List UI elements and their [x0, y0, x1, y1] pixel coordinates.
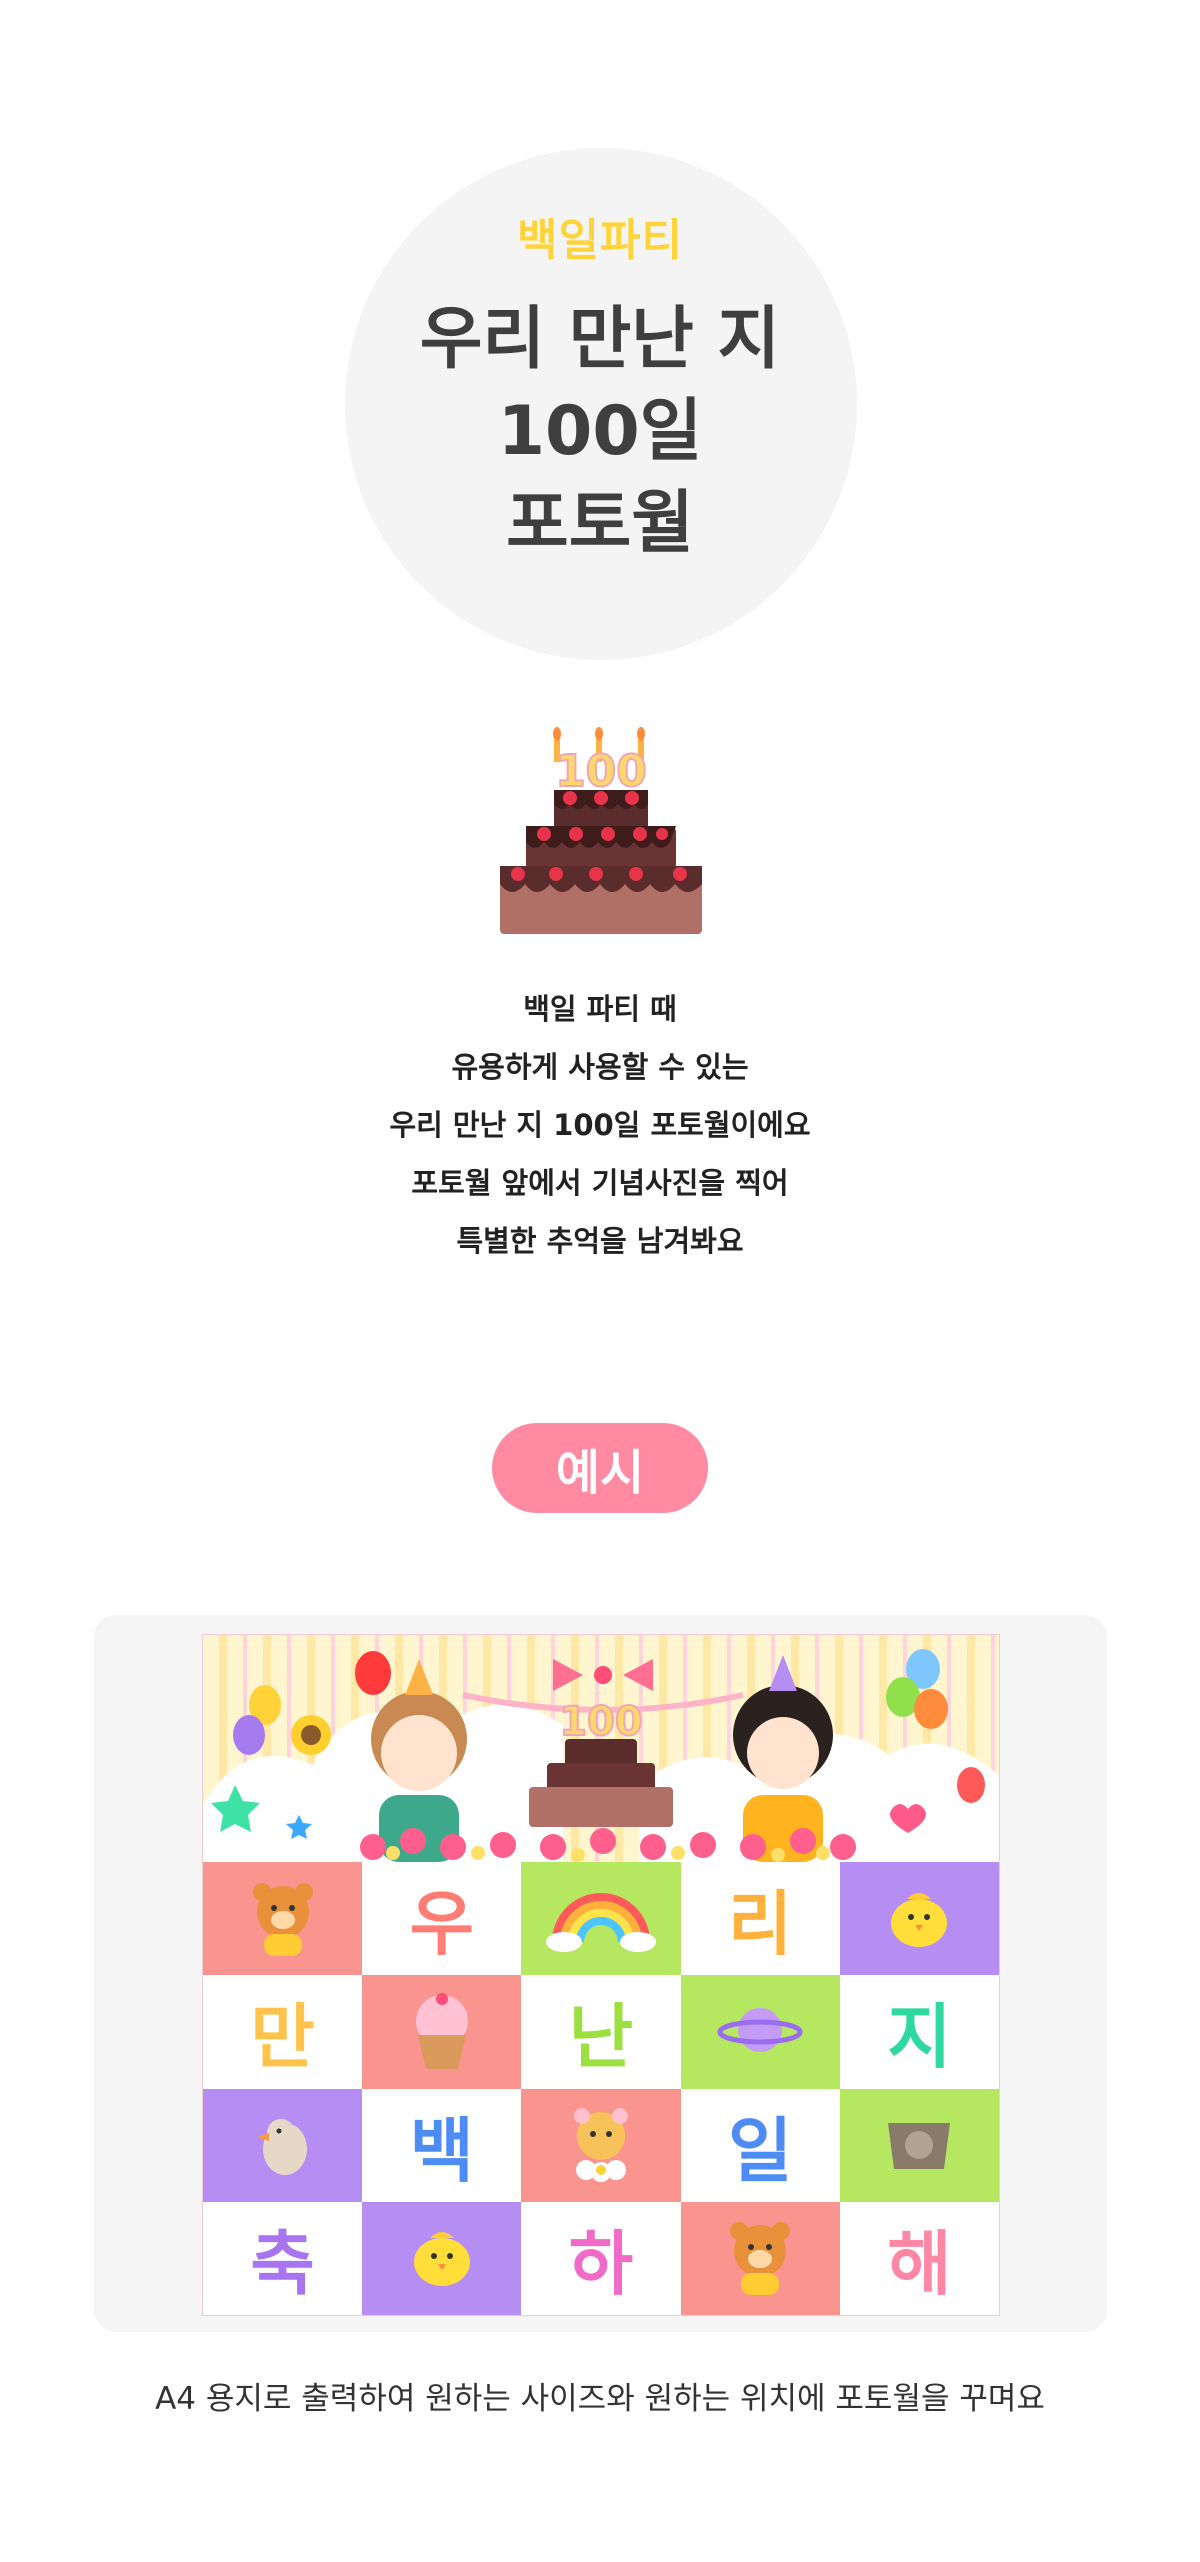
poster-letter-cell: 하	[521, 2201, 681, 2315]
poster-letter: 지	[887, 1996, 952, 2079]
hero-title-line-1: 우리 만난 지	[419, 300, 781, 379]
hero-title-line-2: 100일	[497, 392, 703, 471]
poster-icon-cell	[521, 2088, 681, 2202]
poster-letter: 일	[727, 2109, 793, 2192]
hero-eyebrow: 백일파티	[517, 215, 683, 266]
description: 백일 파티 때 유용하게 사용할 수 있는 우리 만난 지 100일 포토월이에…	[0, 980, 1200, 1270]
hero-title-line-3: 포토월	[506, 484, 694, 563]
poster-icon-cell	[521, 1862, 681, 1976]
poster-letter-cell: 우	[362, 1862, 522, 1976]
description-line: 백일 파티 때	[523, 992, 677, 1026]
poster-letter-cell: 백	[362, 2088, 522, 2202]
poster-icon-cell	[839, 1862, 999, 1976]
photo-wall-poster: 100 우 리만 난 지백 일축 하 해	[202, 1634, 1000, 2316]
poster-icon-cell	[362, 2201, 522, 2315]
bear-icon	[715, 2211, 805, 2305]
poster-letter-cell: 지	[839, 1975, 999, 2089]
poster-letter: 만	[250, 1996, 315, 2079]
chick-icon	[879, 1877, 959, 1961]
poster-letter: 해	[887, 2222, 952, 2305]
cupcake-icon	[402, 1985, 482, 2079]
poster-letter-cell: 축	[203, 2201, 363, 2315]
poster-icon-cell	[680, 2201, 840, 2315]
poster-letter: 난	[568, 1996, 634, 2079]
hamster-icon	[556, 2098, 646, 2192]
planet-icon	[715, 1990, 805, 2074]
poster-letter: 우	[409, 1883, 474, 1966]
poster-letter-cell: 만	[203, 1975, 363, 2089]
poster-letter-cell: 일	[680, 2088, 840, 2202]
poster-letter-cell: 난	[521, 1975, 681, 2089]
description-line: 유용하게 사용할 수 있는	[451, 1050, 749, 1084]
footnote: A4 용지로 출력하여 원하는 사이즈와 원하는 위치에 포토월을 꾸며요	[155, 2381, 1045, 2417]
poster-cake-number: 100	[559, 1699, 643, 1745]
poster-letter: 리	[727, 1883, 793, 1966]
poster-letter-grid: 우 리만 난 지백 일축 하 해	[203, 1862, 999, 2315]
poster-icon-cell	[203, 1862, 363, 1976]
description-line: 포토월 앞에서 기념사진을 찍어	[411, 1166, 789, 1200]
poster-letter: 백	[409, 2109, 474, 2192]
cake-candle-number: 100	[555, 746, 647, 797]
chick-icon	[402, 2216, 482, 2300]
bird-icon	[243, 2103, 323, 2187]
poster-letter-cell: 리	[680, 1862, 840, 1976]
birthday-cake-illustration: 100	[496, 724, 706, 940]
poster-icon-cell	[839, 2088, 999, 2202]
poster-icon-cell	[680, 1975, 840, 2089]
poster-icon-cell	[203, 2088, 363, 2202]
poster-icon-cell	[362, 1975, 522, 2089]
poster-letter: 축	[250, 2222, 315, 2305]
example-badge: 예시	[492, 1423, 708, 1513]
poster-letter-cell: 해	[839, 2201, 999, 2315]
poster-party-banner: 100	[203, 1635, 999, 1862]
rainbow-icon	[545, 1882, 656, 1956]
poster-letter: 하	[568, 2222, 634, 2305]
description-line: 특별한 추억을 남겨봐요	[456, 1224, 744, 1258]
bear-icon	[238, 1872, 328, 1966]
description-line: 우리 만난 지 100일 포토월이에요	[389, 1108, 811, 1142]
squirrel-icon	[874, 2103, 964, 2187]
